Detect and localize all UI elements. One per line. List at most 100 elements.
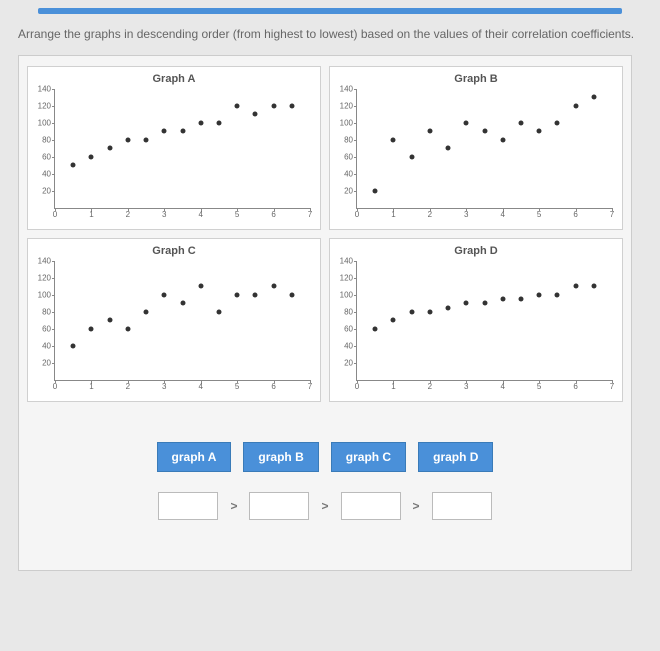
- x-tick-label: 7: [610, 210, 614, 219]
- data-point: [107, 146, 112, 151]
- x-tick-label: 2: [428, 382, 432, 391]
- x-tick-label: 5: [537, 210, 541, 219]
- y-tick-label: 80: [344, 307, 353, 316]
- slot-4[interactable]: [432, 492, 492, 520]
- data-point: [446, 305, 451, 310]
- x-tick-label: 0: [355, 382, 359, 391]
- x-tick-label: 3: [162, 382, 166, 391]
- header-accent: [38, 8, 622, 14]
- slot-2[interactable]: [249, 492, 309, 520]
- data-point: [482, 129, 487, 134]
- gt-3: >: [413, 499, 420, 513]
- tiles-row: graph A graph B graph C graph D: [27, 442, 623, 472]
- x-tick-label: 3: [464, 210, 468, 219]
- x-tick-label: 1: [89, 210, 93, 219]
- slot-3[interactable]: [341, 492, 401, 520]
- content-panel: Graph A 1401201008060402001234567 Graph …: [18, 55, 632, 571]
- x-tick-label: 2: [428, 210, 432, 219]
- x-tick-label: 0: [53, 382, 57, 391]
- y-tick-label: 40: [42, 169, 51, 178]
- y-tick-label: 80: [42, 135, 51, 144]
- gt-2: >: [321, 499, 328, 513]
- y-tick-label: 20: [42, 358, 51, 367]
- chart-b-title: Graph B: [334, 73, 618, 85]
- data-point: [591, 284, 596, 289]
- data-point: [125, 326, 130, 331]
- y-tick-label: 60: [344, 324, 353, 333]
- x-tick-label: 3: [162, 210, 166, 219]
- chart-c: Graph C 1401201008060402001234567: [27, 238, 321, 402]
- x-tick-label: 6: [271, 210, 275, 219]
- slot-1[interactable]: [158, 492, 218, 520]
- y-tick-label: 40: [42, 341, 51, 350]
- y-tick-label: 20: [344, 358, 353, 367]
- x-tick-label: 5: [235, 210, 239, 219]
- data-point: [537, 292, 542, 297]
- data-point: [500, 137, 505, 142]
- data-point: [271, 103, 276, 108]
- gt-1: >: [230, 499, 237, 513]
- x-tick-label: 0: [355, 210, 359, 219]
- data-point: [162, 129, 167, 134]
- data-point: [391, 137, 396, 142]
- y-tick-label: 100: [38, 118, 51, 127]
- data-point: [573, 284, 578, 289]
- tile-graph-a[interactable]: graph A: [157, 442, 232, 472]
- answer-area: graph A graph B graph C graph D > > >: [27, 432, 623, 550]
- data-point: [373, 326, 378, 331]
- data-point: [409, 309, 414, 314]
- data-point: [464, 120, 469, 125]
- x-tick-label: 4: [198, 210, 202, 219]
- charts-grid: Graph A 1401201008060402001234567 Graph …: [27, 66, 623, 402]
- data-point: [253, 112, 258, 117]
- data-point: [125, 137, 130, 142]
- data-point: [518, 297, 523, 302]
- y-tick-label: 120: [340, 273, 353, 282]
- data-point: [427, 309, 432, 314]
- data-point: [555, 292, 560, 297]
- x-tick-label: 1: [391, 382, 395, 391]
- x-tick-label: 4: [500, 382, 504, 391]
- chart-a-plot: 1401201008060402001234567: [54, 89, 310, 209]
- chart-a-title: Graph A: [32, 73, 316, 85]
- y-tick-label: 60: [42, 152, 51, 161]
- y-tick-label: 120: [38, 101, 51, 110]
- chart-d: Graph D 1401201008060402001234567: [329, 238, 623, 402]
- x-tick-label: 1: [391, 210, 395, 219]
- tile-graph-c[interactable]: graph C: [331, 442, 406, 472]
- data-point: [144, 309, 149, 314]
- data-point: [235, 292, 240, 297]
- y-tick-label: 40: [344, 169, 353, 178]
- data-point: [71, 163, 76, 168]
- y-tick-label: 20: [344, 186, 353, 195]
- data-point: [464, 301, 469, 306]
- data-point: [89, 154, 94, 159]
- tile-graph-d[interactable]: graph D: [418, 442, 493, 472]
- slots-row: > > >: [27, 492, 623, 520]
- data-point: [518, 120, 523, 125]
- y-tick-label: 120: [340, 101, 353, 110]
- x-tick-label: 6: [573, 382, 577, 391]
- x-tick-label: 1: [89, 382, 93, 391]
- data-point: [573, 103, 578, 108]
- chart-d-plot: 1401201008060402001234567: [356, 261, 612, 381]
- x-tick-label: 4: [500, 210, 504, 219]
- data-point: [198, 120, 203, 125]
- y-tick-label: 80: [344, 135, 353, 144]
- tile-graph-b[interactable]: graph B: [243, 442, 318, 472]
- y-tick-label: 20: [42, 186, 51, 195]
- data-point: [409, 154, 414, 159]
- x-tick-label: 4: [198, 382, 202, 391]
- chart-d-title: Graph D: [334, 245, 618, 257]
- data-point: [235, 103, 240, 108]
- data-point: [107, 318, 112, 323]
- y-tick-label: 140: [38, 84, 51, 93]
- data-point: [482, 301, 487, 306]
- y-tick-label: 60: [42, 324, 51, 333]
- data-point: [89, 326, 94, 331]
- data-point: [373, 188, 378, 193]
- chart-b: Graph B 1401201008060402001234567: [329, 66, 623, 230]
- x-tick-label: 0: [53, 210, 57, 219]
- y-tick-label: 60: [344, 152, 353, 161]
- instructions-text: Arrange the graphs in descending order (…: [8, 18, 652, 55]
